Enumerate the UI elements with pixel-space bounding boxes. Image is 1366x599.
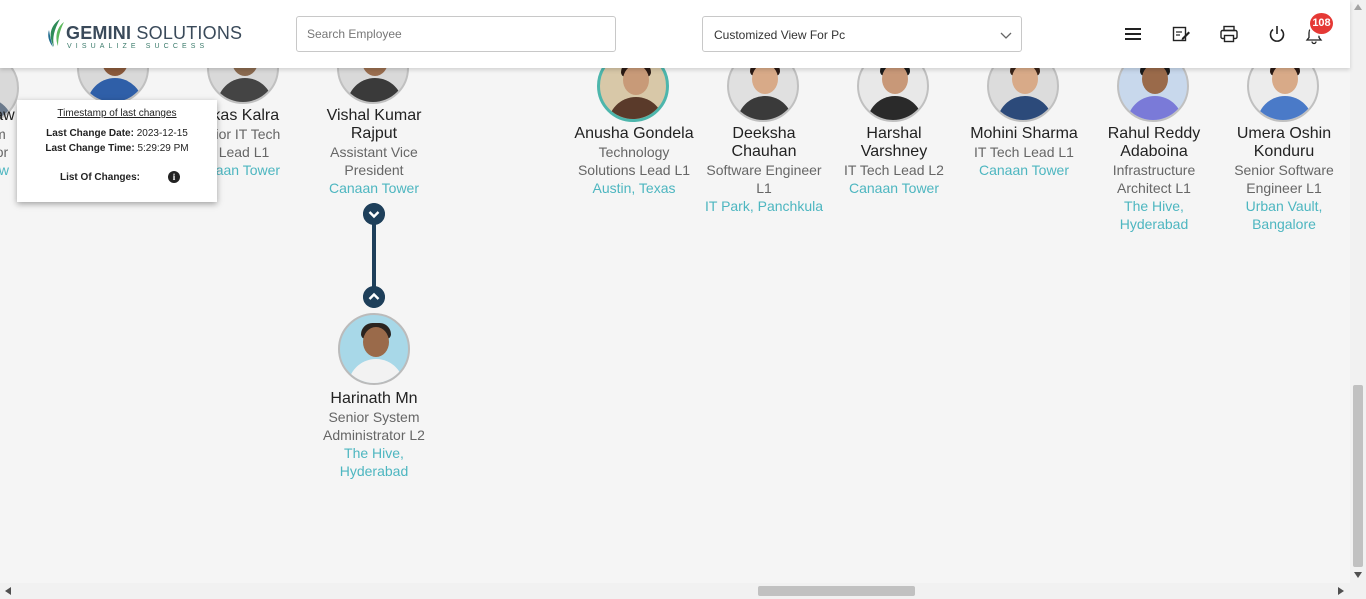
employee-location: IT Park, Panchkula bbox=[704, 198, 824, 214]
last-changes-tooltip: Timestamp of last changes Last Change Da… bbox=[17, 100, 217, 202]
vertical-scroll-thumb[interactable] bbox=[1353, 385, 1363, 567]
employee-card[interactable]: Harinath Mn Senior System Administrator … bbox=[309, 390, 439, 480]
employee-role: Software Engineer bbox=[706, 162, 822, 178]
logo-leaf-icon bbox=[48, 19, 64, 47]
expand-chevron-icon[interactable] bbox=[363, 286, 385, 308]
employee-role: Infrastructure bbox=[1112, 162, 1196, 178]
employee-name: Deeksha bbox=[732, 125, 796, 142]
notification-count-badge: 108 bbox=[1310, 13, 1333, 34]
last-change-time-label: Last Change Time: bbox=[45, 143, 135, 154]
employee-name: Konduru bbox=[1253, 143, 1315, 160]
chevron-down-icon bbox=[1000, 32, 1012, 39]
employee-avatar[interactable] bbox=[338, 313, 410, 385]
employee-location: The Hive, bbox=[344, 445, 404, 461]
last-change-date-label: Last Change Date: bbox=[46, 128, 134, 139]
employee-role: President bbox=[344, 162, 404, 178]
employee-location: Hyderabad bbox=[1119, 216, 1189, 232]
logo-word: SOLUTIONS bbox=[136, 23, 243, 43]
employee-role: Solutions Lead L1 bbox=[577, 162, 691, 178]
vertical-scrollbar[interactable] bbox=[1350, 0, 1366, 583]
employee-name: Harshal bbox=[866, 125, 922, 142]
view-select-dropdown[interactable]: Customized View For Pc bbox=[702, 16, 1022, 52]
employee-location: Hyderabad bbox=[339, 463, 409, 479]
logo-brand: GEMINI bbox=[66, 23, 132, 43]
employee-card[interactable]: Anusha Gondela Technology Solutions Lead… bbox=[569, 125, 699, 197]
scroll-down-arrow-icon[interactable] bbox=[1354, 572, 1362, 578]
employee-role: IT Tech Lead L1 bbox=[974, 144, 1074, 160]
horizontal-scroll-thumb[interactable] bbox=[758, 586, 915, 596]
employee-avatar[interactable] bbox=[597, 68, 669, 122]
employee-avatar[interactable] bbox=[727, 68, 799, 122]
menu-icon[interactable] bbox=[1123, 24, 1143, 44]
employee-card[interactable]: Mohini Sharma IT Tech Lead L1 Canaan Tow… bbox=[959, 125, 1089, 179]
employee-avatar[interactable] bbox=[987, 68, 1059, 122]
employee-role: Administrator L2 bbox=[323, 427, 425, 443]
last-change-date-value: 2023-12-15 bbox=[136, 128, 188, 139]
employee-role: Engineer L1 bbox=[1246, 180, 1322, 196]
scroll-right-arrow-icon[interactable] bbox=[1338, 587, 1344, 595]
app-root: GEMINI SOLUTIONS VISUALIZE SUCCESS Custo… bbox=[0, 0, 1366, 599]
employee-name: Varshney bbox=[860, 143, 928, 160]
last-change-date-row: Last Change Date: 2023-12-15 bbox=[17, 128, 217, 139]
employee-card[interactable]: Rahul Reddy Adaboina Infrastructure Arch… bbox=[1089, 125, 1219, 233]
employee-avatar[interactable] bbox=[337, 68, 409, 104]
employee-name: Anusha Gondela bbox=[574, 125, 694, 142]
last-change-time-row: Last Change Time: 5:29:29 PM bbox=[17, 143, 217, 154]
employee-avatar[interactable] bbox=[1117, 68, 1189, 122]
employee-location: The Hive, bbox=[1124, 198, 1184, 214]
employee-role: Senior Software bbox=[1234, 162, 1334, 178]
employee-card[interactable]: Vishal Kumar Rajput Assistant Vice Presi… bbox=[309, 107, 439, 197]
employee-name: Vishal Kumar bbox=[326, 107, 422, 124]
org-connector-line bbox=[372, 224, 376, 294]
list-of-changes-label: List Of Changes: bbox=[59, 172, 140, 183]
employee-location: Urban Vault, bbox=[1245, 198, 1323, 214]
employee-name: Rahul Reddy bbox=[1107, 125, 1201, 142]
employee-card[interactable]: Deeksha Chauhan Software Engineer L1 IT … bbox=[699, 125, 829, 215]
employee-role: L1 bbox=[756, 180, 772, 196]
print-icon[interactable] bbox=[1219, 24, 1239, 44]
edit-note-icon[interactable] bbox=[1171, 24, 1191, 44]
employee-location: Canaan Tower bbox=[328, 180, 420, 196]
employee-location: Austin, Texas bbox=[592, 180, 676, 196]
employee-name: Chauhan bbox=[731, 143, 797, 160]
tooltip-title: Timestamp of last changes bbox=[57, 108, 177, 119]
scroll-left-arrow-icon[interactable] bbox=[5, 587, 11, 595]
scroll-up-arrow-icon[interactable] bbox=[1354, 4, 1362, 10]
employee-location: Bangalore bbox=[1252, 216, 1316, 232]
employee-name: Adaboina bbox=[1120, 143, 1188, 160]
search-employee-input[interactable] bbox=[296, 16, 616, 52]
employee-name: Mohini Sharma bbox=[970, 125, 1078, 142]
info-icon[interactable]: i bbox=[168, 171, 180, 183]
employee-name: Rajput bbox=[350, 125, 398, 142]
employee-card[interactable]: Harshal Varshney IT Tech Lead L2 Canaan … bbox=[829, 125, 959, 197]
collapse-chevron-icon[interactable] bbox=[363, 203, 385, 225]
company-logo[interactable]: GEMINI SOLUTIONS VISUALIZE SUCCESS bbox=[46, 16, 242, 52]
employee-role: Senior System bbox=[328, 409, 420, 425]
employee-location: Canaan Tower bbox=[848, 180, 940, 196]
last-change-time-value: 5:29:29 PM bbox=[137, 143, 189, 154]
employee-name: Umera Oshin bbox=[1236, 125, 1332, 142]
employee-name: Harinath Mn bbox=[330, 390, 418, 407]
view-select-value: Customized View For Pc bbox=[714, 28, 846, 42]
employee-location: Canaan Tower bbox=[978, 162, 1070, 178]
employee-avatar[interactable] bbox=[207, 68, 279, 104]
employee-role: Architect L1 bbox=[1117, 180, 1191, 196]
employee-card[interactable]: Umera Oshin Konduru Senior Software Engi… bbox=[1219, 125, 1349, 233]
employee-avatar[interactable] bbox=[77, 68, 149, 104]
power-icon[interactable] bbox=[1267, 24, 1287, 44]
logo-title: GEMINI SOLUTIONS bbox=[66, 23, 242, 44]
employee-avatar[interactable] bbox=[1247, 68, 1319, 122]
horizontal-scrollbar[interactable] bbox=[0, 583, 1366, 599]
top-navbar: GEMINI SOLUTIONS VISUALIZE SUCCESS Custo… bbox=[0, 0, 1350, 68]
employee-role: IT Tech Lead L2 bbox=[844, 162, 944, 178]
employee-role: Assistant Vice bbox=[330, 144, 418, 160]
logo-tagline: VISUALIZE SUCCESS bbox=[67, 43, 209, 50]
employee-avatar[interactable] bbox=[857, 68, 929, 122]
employee-role: Technology bbox=[598, 144, 670, 160]
